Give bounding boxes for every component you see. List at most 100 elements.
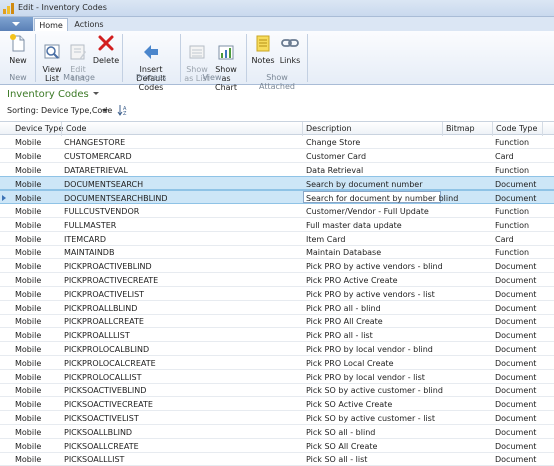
column-header-description[interactable]: Description xyxy=(306,124,352,133)
code-cell[interactable]: CHANGESTORE xyxy=(64,138,125,147)
description-cell[interactable]: Customer/Vendor - Full Update xyxy=(306,207,429,216)
code-cell[interactable]: PICKSOALLLIST xyxy=(64,455,124,464)
tab-home[interactable]: Home xyxy=(34,18,68,31)
code-cell[interactable]: PICKPROLOCALCREATE xyxy=(64,359,156,368)
code-type-cell[interactable]: Document xyxy=(495,373,536,382)
device-type-cell[interactable]: Mobile xyxy=(15,414,41,423)
table-row[interactable]: Mobile DOCUMENTSEARCHBLIND Search for docu… xyxy=(0,190,554,205)
table-row[interactable]: Mobile PICKPROACTIVEBLIND Pick PRO by acti… xyxy=(0,259,554,274)
chevron-down-icon[interactable] xyxy=(102,109,108,112)
description-cell[interactable]: Pick SO by active customer - list xyxy=(306,414,435,423)
code-cell[interactable]: PICKPROACTIVELIST xyxy=(64,290,144,299)
table-row[interactable]: Mobile PICKPROACTIVELIST Pick PRO by activ… xyxy=(0,287,554,301)
device-type-cell[interactable]: Mobile xyxy=(15,428,41,437)
code-type-cell[interactable]: Function xyxy=(495,138,529,147)
code-cell[interactable]: DATARETRIEVAL xyxy=(64,166,128,175)
description-cell[interactable]: Search by document number xyxy=(306,180,423,189)
device-type-cell[interactable]: Mobile xyxy=(15,276,41,285)
column-divider[interactable] xyxy=(61,122,62,136)
device-type-cell[interactable]: Mobile xyxy=(15,262,41,271)
description-cell[interactable]: Full master data update xyxy=(306,221,402,230)
table-row[interactable]: Mobile PICKSOACTIVEBLIND Pick SO by active… xyxy=(0,383,554,398)
description-cell[interactable]: Pick PRO All Create xyxy=(306,317,383,326)
description-cell[interactable]: Pick PRO by active vendors - blind xyxy=(306,262,443,271)
table-row[interactable]: Mobile PICKPROLOCALCREATE Pick PRO Local C… xyxy=(0,356,554,370)
code-type-cell[interactable]: Document xyxy=(495,317,536,326)
code-cell[interactable]: PICKPROALLBLIND xyxy=(64,304,137,313)
code-cell[interactable]: PICKSOACTIVECREATE xyxy=(64,400,153,409)
table-row[interactable]: Mobile MAINTAINDB Maintain Database Functio… xyxy=(0,245,554,260)
code-type-cell[interactable]: Document xyxy=(495,290,536,299)
description-cell[interactable]: Pick PRO all - blind xyxy=(306,304,381,313)
description-cell[interactable]: Pick SO All Create xyxy=(306,442,377,451)
table-row[interactable]: Mobile PICKSOALLBLIND Pick SO all - blind D… xyxy=(0,425,554,439)
device-type-cell[interactable]: Mobile xyxy=(15,166,41,175)
page-title[interactable]: Inventory Codes xyxy=(7,89,99,100)
code-cell[interactable]: PICKPROACTIVECREATE xyxy=(64,276,158,285)
column-divider[interactable] xyxy=(492,122,493,136)
code-type-cell[interactable]: Document xyxy=(495,428,536,437)
description-cell[interactable]: Pick PRO Local Create xyxy=(306,359,394,368)
table-row[interactable]: Mobile PICKPROALLLIST Pick PRO all - list D… xyxy=(0,328,554,343)
table-row[interactable]: Mobile CHANGESTORE Change Store Function xyxy=(0,135,554,149)
column-header-code-type[interactable]: Code Type xyxy=(496,124,537,133)
table-row[interactable]: Mobile PICKSOALLLIST Pick SO all - list Doc… xyxy=(0,452,554,466)
description-cell[interactable]: Pick PRO all - list xyxy=(306,331,373,340)
code-cell[interactable]: PICKPROALLLIST xyxy=(64,331,130,340)
device-type-cell[interactable]: Mobile xyxy=(15,248,41,257)
device-type-cell[interactable]: Mobile xyxy=(15,400,41,409)
code-cell[interactable]: PICKPROLOCALBLIND xyxy=(64,345,149,354)
show-as-chart-button[interactable]: Show as Chart xyxy=(211,33,241,92)
device-type-cell[interactable]: Mobile xyxy=(15,138,41,147)
code-type-cell[interactable]: Document xyxy=(495,455,536,464)
code-type-cell[interactable]: Document xyxy=(495,262,536,271)
code-type-cell[interactable]: Document xyxy=(495,276,536,285)
table-row[interactable]: Mobile ITEMCARD Item Card Card xyxy=(0,232,554,246)
code-type-cell[interactable]: Card xyxy=(495,152,514,161)
links-button[interactable]: Links xyxy=(277,33,303,65)
description-cell[interactable]: Pick SO all - blind xyxy=(306,428,375,437)
table-row[interactable]: Mobile PICKSOACTIVELIST Pick SO by active … xyxy=(0,411,554,425)
device-type-cell[interactable]: Mobile xyxy=(15,359,41,368)
code-cell[interactable]: DOCUMENTSEARCH xyxy=(64,180,143,189)
code-type-cell[interactable]: Function xyxy=(495,248,529,257)
description-cell[interactable]: Customer Card xyxy=(306,152,366,161)
device-type-cell[interactable]: Mobile xyxy=(15,345,41,354)
device-type-cell[interactable]: Mobile xyxy=(15,373,41,382)
notes-button[interactable]: Notes xyxy=(250,33,276,65)
description-cell[interactable]: Pick SO Active Create xyxy=(306,400,392,409)
description-cell[interactable]: Pick PRO by active vendors - list xyxy=(306,290,435,299)
device-type-cell[interactable]: Mobile xyxy=(15,455,41,464)
tab-actions[interactable]: Actions xyxy=(70,18,108,31)
device-type-cell[interactable]: Mobile xyxy=(15,290,41,299)
code-type-cell[interactable]: Document xyxy=(495,345,536,354)
table-row[interactable]: Mobile DOCUMENTSEARCH Search by document n… xyxy=(0,176,554,191)
code-type-cell[interactable]: Function xyxy=(495,166,529,175)
device-type-cell[interactable]: Mobile xyxy=(15,442,41,451)
device-type-cell[interactable]: Mobile xyxy=(15,180,41,189)
delete-button[interactable]: Delete xyxy=(92,33,120,65)
table-row[interactable]: Mobile PICKPROACTIVECREATE Pick PRO Active… xyxy=(0,273,554,287)
description-cell[interactable]: Data Retrieval xyxy=(306,166,363,175)
code-cell[interactable]: FULLMASTER xyxy=(64,221,116,230)
code-cell[interactable]: MAINTAINDB xyxy=(64,248,114,257)
sort-direction-icon[interactable]: A Z xyxy=(117,104,129,116)
device-type-cell[interactable]: Mobile xyxy=(15,207,41,216)
description-cell[interactable]: Pick PRO by local vendor - blind xyxy=(306,345,433,354)
table-row[interactable]: Mobile FULLCUSTVENDOR Customer/Vendor - Fu… xyxy=(0,204,554,218)
code-type-cell[interactable]: Document xyxy=(495,304,536,313)
device-type-cell[interactable]: Mobile xyxy=(15,386,41,395)
column-header-code[interactable]: Code xyxy=(66,124,86,133)
column-header-bitmap[interactable]: Bitmap xyxy=(446,124,475,133)
insert-default-codes-button[interactable]: Insert Default Codes xyxy=(125,33,177,92)
description-cell[interactable]: Pick SO all - list xyxy=(306,455,367,464)
code-cell[interactable]: FULLCUSTVENDOR xyxy=(64,207,139,216)
new-button[interactable]: New xyxy=(4,33,32,65)
table-row[interactable]: Mobile PICKSOACTIVECREATE Pick SO Active C… xyxy=(0,397,554,412)
code-type-cell[interactable]: Document xyxy=(495,194,536,203)
app-menu-button[interactable] xyxy=(0,17,33,31)
code-cell[interactable]: PICKSOACTIVEBLIND xyxy=(64,386,146,395)
table-row[interactable]: Mobile PICKPROLOCALBLIND Pick PRO by local… xyxy=(0,342,554,356)
description-cell[interactable]: Pick PRO Active Create xyxy=(306,276,398,285)
description-cell[interactable]: Pick SO by active customer - blind xyxy=(306,386,443,395)
